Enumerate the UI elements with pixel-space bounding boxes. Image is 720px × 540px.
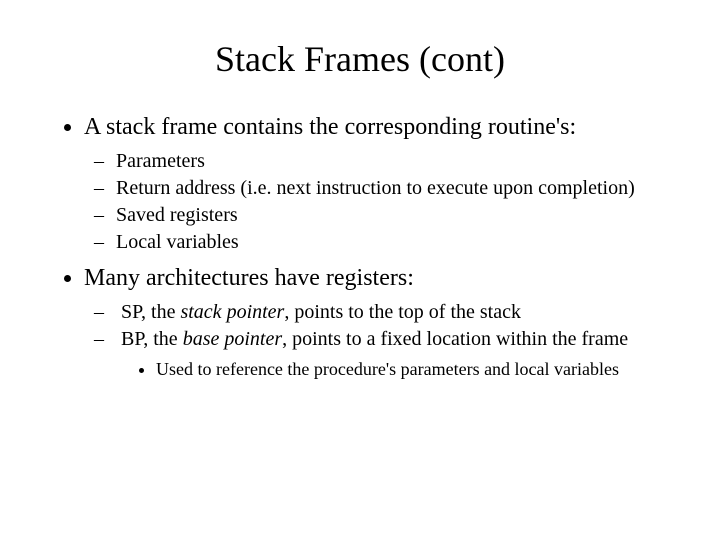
text-fragment: BP, the: [121, 328, 183, 350]
italic-term: stack pointer: [180, 301, 284, 323]
sub-list: Parameters Return address (i.e. next ins…: [84, 149, 680, 255]
bullet-text: Many architectures have registers:: [84, 265, 414, 291]
sub-item-bp: BP, the base pointer, points to a fixed …: [116, 327, 680, 381]
sub-sub-item: Used to reference the procedure's parame…: [156, 358, 680, 381]
bullet-architectures: Many architectures have registers: SP, t…: [84, 265, 680, 381]
italic-term: base pointer: [183, 328, 282, 350]
sub-list: SP, the stack pointer, points to the top…: [84, 300, 680, 381]
sub-item-sp: SP, the stack pointer, points to the top…: [116, 300, 680, 325]
sub-item: Return address (i.e. next instruction to…: [116, 176, 680, 201]
slide-title: Stack Frames (cont): [40, 38, 680, 80]
sub-item: Saved registers: [116, 203, 680, 228]
bullet-text: A stack frame contains the corresponding…: [84, 114, 576, 140]
text-fragment: SP, the: [121, 301, 180, 323]
sub-item: Local variables: [116, 230, 680, 255]
sub-item: Parameters: [116, 149, 680, 174]
slide: Stack Frames (cont) A stack frame contai…: [0, 0, 720, 540]
sub-sub-list: Used to reference the procedure's parame…: [116, 358, 680, 381]
text-fragment: , points to the top of the stack: [284, 301, 521, 323]
bullet-list: A stack frame contains the corresponding…: [40, 114, 680, 381]
bullet-stack-frame: A stack frame contains the corresponding…: [84, 114, 680, 255]
text-fragment: , points to a fixed location within the …: [282, 328, 628, 350]
